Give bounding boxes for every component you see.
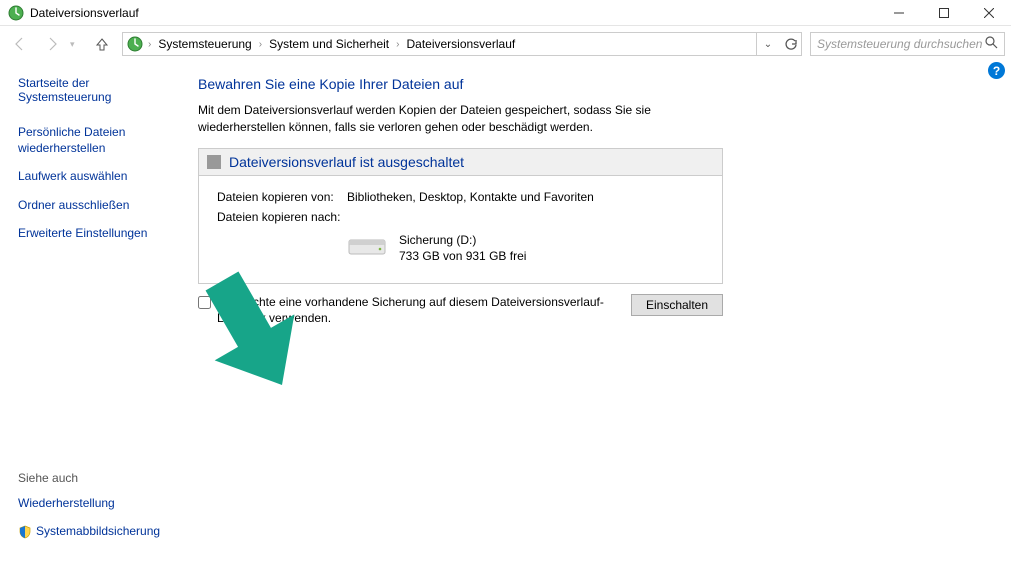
sidebar: Startseite der Systemsteuerung Persönlic… [0,62,198,565]
status-tile-icon [207,155,221,169]
breadcrumb-item[interactable]: Systemsteuerung [154,33,255,55]
drive-row: Sicherung (D:) 733 GB von 931 GB frei [217,232,704,266]
copy-from-value: Bibliotheken, Desktop, Kontakte und Favo… [347,190,594,204]
minimize-button[interactable] [876,0,921,26]
search-icon [985,36,998,52]
window-title: Dateiversionsverlauf [30,6,876,20]
recent-locations-dropdown[interactable]: ▾ [70,39,86,50]
see-also-recovery[interactable]: Wiederherstellung [18,495,180,511]
sidebar-link-restore[interactable]: Persönliche Dateien wiederherstellen [18,124,180,156]
drive-icon [347,232,387,261]
breadcrumb-dropdown-button[interactable]: ⌄ [757,33,779,55]
titlebar: Dateiversionsverlauf [0,0,1011,26]
use-existing-backup-checkbox[interactable] [198,296,211,309]
copy-to-label: Dateien kopieren nach: [217,210,347,224]
breadcrumb-item[interactable]: Dateiversionsverlauf [402,33,519,55]
page-description: Mit dem Dateiversionsverlauf werden Kopi… [198,102,718,136]
status-box: Dateiversionsverlauf ist ausgeschaltet D… [198,148,723,285]
copy-to-row: Dateien kopieren nach: [217,210,704,224]
control-panel-icon [127,36,143,52]
status-header: Dateiversionsverlauf ist ausgeschaltet [199,149,722,176]
control-panel-home-link[interactable]: Startseite der Systemsteuerung [18,76,180,104]
search-box[interactable] [810,32,1005,56]
up-button[interactable] [90,32,114,56]
maximize-button[interactable] [921,0,966,26]
enable-button[interactable]: Einschalten [631,294,723,316]
back-button[interactable] [6,30,34,58]
breadcrumb-separator-icon[interactable]: › [147,39,152,50]
breadcrumb-separator-icon[interactable]: › [258,39,263,50]
drive-info: Sicherung (D:) 733 GB von 931 GB frei [399,232,526,266]
sidebar-link-select-drive[interactable]: Laufwerk auswählen [18,168,180,184]
use-existing-backup-option[interactable]: Ich möchte eine vorhandene Sicherung auf… [198,294,621,326]
drive-space: 733 GB von 931 GB frei [399,248,526,265]
breadcrumb-tail: ⌄ [756,33,801,55]
see-also-header: Siehe auch [18,471,180,485]
copy-from-row: Dateien kopieren von: Bibliotheken, Desk… [217,190,704,204]
refresh-button[interactable] [779,33,801,55]
status-body: Dateien kopieren von: Bibliotheken, Desk… [199,176,722,284]
content: Startseite der Systemsteuerung Persönlic… [0,62,1011,565]
sidebar-link-exclude-folders[interactable]: Ordner ausschließen [18,197,180,213]
breadcrumb-item[interactable]: System und Sicherheit [265,33,393,55]
copy-from-label: Dateien kopieren von: [217,190,347,204]
below-status-row: Ich möchte eine vorhandene Sicherung auf… [198,294,723,326]
sidebar-link-advanced-settings[interactable]: Erweiterte Einstellungen [18,225,180,241]
forward-button[interactable] [38,30,66,58]
use-existing-backup-label: Ich möchte eine vorhandene Sicherung auf… [217,294,621,326]
close-button[interactable] [966,0,1011,26]
navbar: ▾ › Systemsteuerung › System und Sicherh… [0,26,1011,62]
breadcrumb-separator-icon[interactable]: › [395,39,400,50]
main-panel: ? Bewahren Sie eine Kopie Ihrer Dateien … [198,62,1011,565]
see-also-system-image-label: Systemabbildsicherung [36,524,160,538]
shield-icon [18,525,32,539]
see-also-system-image[interactable]: Systemabbildsicherung [18,523,180,539]
app-icon [8,5,24,21]
breadcrumb[interactable]: › Systemsteuerung › System und Sicherhei… [122,32,802,56]
search-input[interactable] [817,37,985,51]
drive-name: Sicherung (D:) [399,232,526,249]
page-heading: Bewahren Sie eine Kopie Ihrer Dateien au… [198,76,983,92]
help-icon[interactable]: ? [988,62,1005,79]
window-controls [876,0,1011,26]
status-title: Dateiversionsverlauf ist ausgeschaltet [229,154,464,170]
